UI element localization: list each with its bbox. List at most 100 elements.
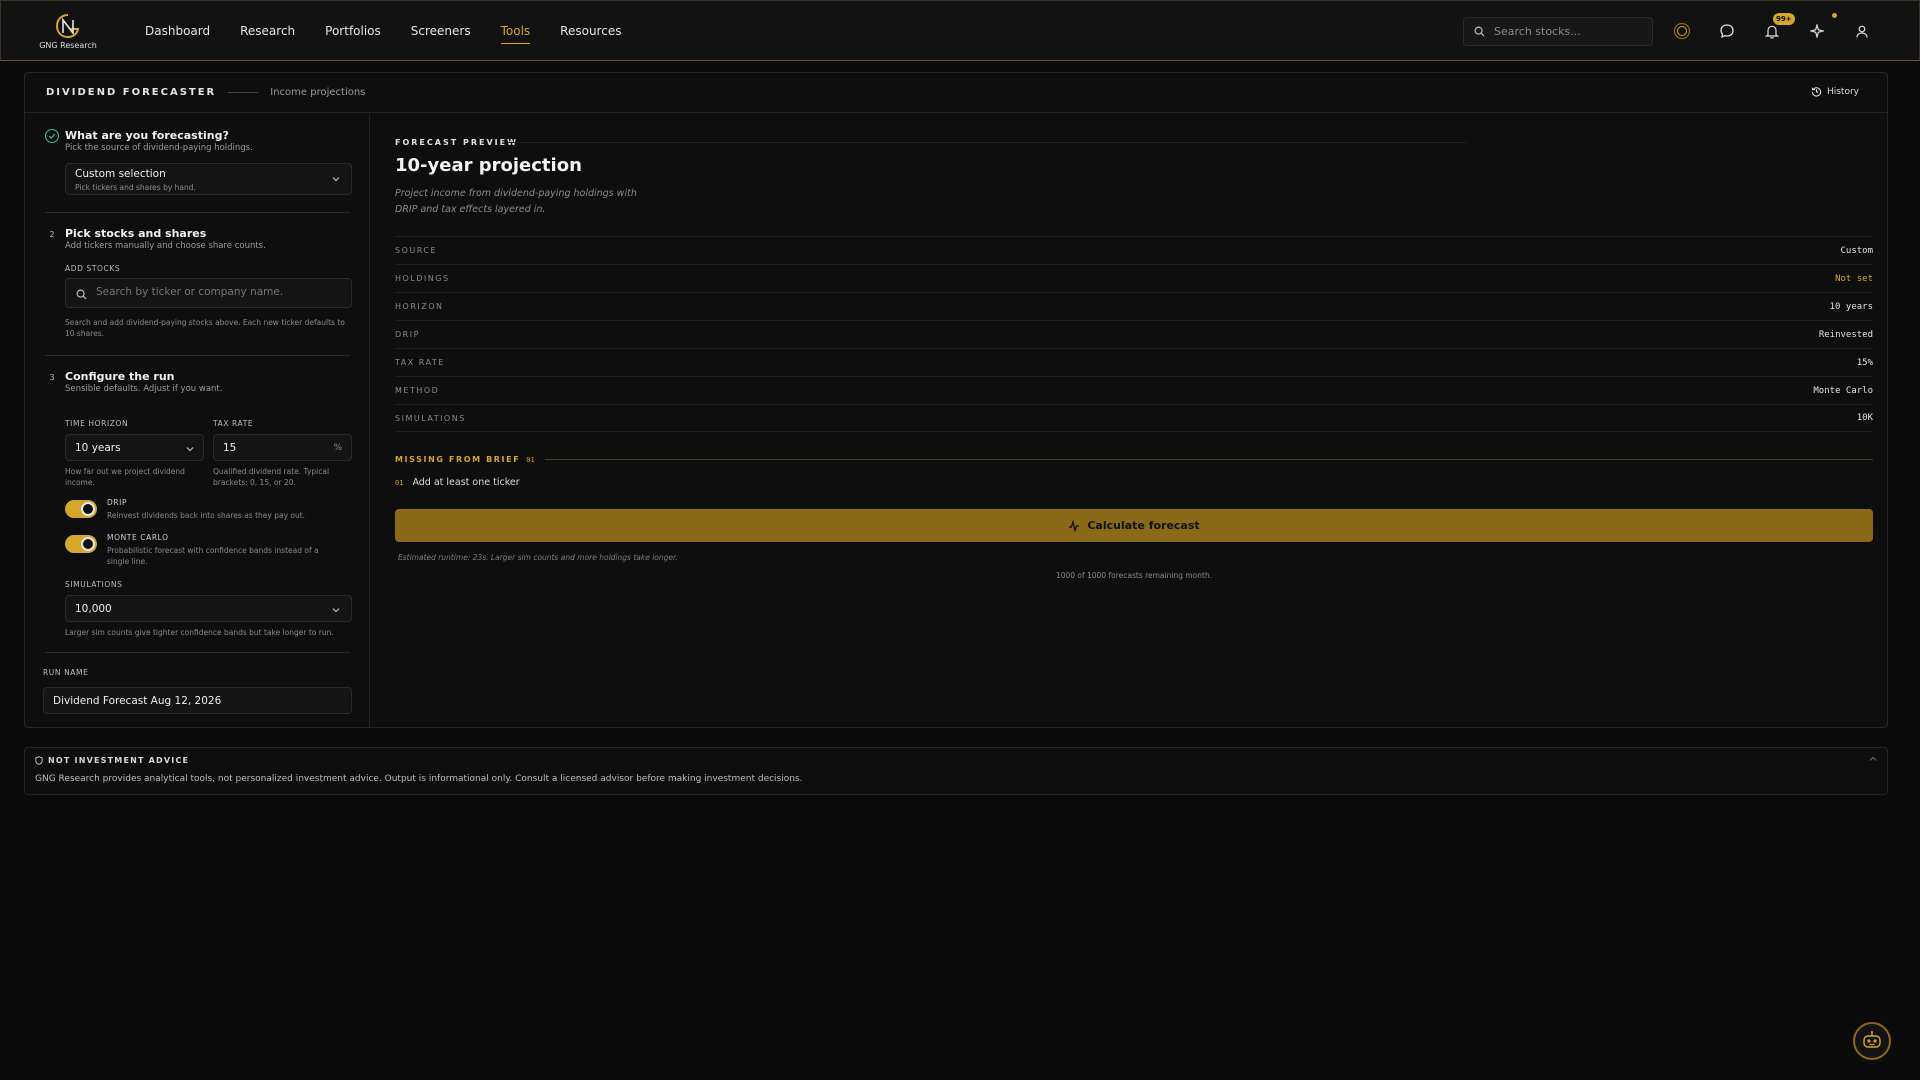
- source-select[interactable]: Custom selection Pick tickers and shares…: [65, 163, 352, 195]
- source-select-value: Custom selection: [75, 168, 166, 180]
- forecaster-card: DIVIDEND FORECASTER Income projections H…: [24, 72, 1888, 728]
- nav-research[interactable]: Research: [240, 1, 295, 61]
- preview-eyebrow: FORECAST PREVIEW: [395, 138, 518, 147]
- step-description: Pick the source of dividend-paying holdi…: [65, 143, 253, 153]
- nav-dashboard[interactable]: Dashboard: [145, 1, 210, 61]
- stock-search[interactable]: [1463, 17, 1653, 46]
- summary-row: HOLDINGS Not set: [395, 264, 1873, 292]
- summary-key: METHOD: [395, 386, 440, 395]
- step-number: 3: [49, 372, 55, 382]
- divider: [45, 212, 350, 213]
- calculate-forecast-button[interactable]: Calculate forecast: [395, 509, 1873, 542]
- summary-value: Monte Carlo: [1813, 385, 1873, 396]
- top-nav: GNG Research Dashboard Research Portfoli…: [0, 0, 1920, 61]
- history-button[interactable]: History: [1811, 86, 1859, 97]
- sparkle-icon[interactable]: [1806, 20, 1828, 42]
- robot-icon: [1863, 1031, 1881, 1048]
- search-icon: [1474, 26, 1485, 37]
- summary-row: SIMULATIONS 10K: [395, 404, 1873, 432]
- time-horizon-select[interactable]: 10 years: [65, 434, 204, 461]
- chat-icon[interactable]: [1716, 20, 1738, 42]
- time-horizon-value: 10 years: [75, 442, 121, 454]
- monte-carlo-toggle[interactable]: [65, 535, 97, 553]
- summary-value: Reinvested: [1818, 329, 1873, 340]
- divider: [45, 355, 350, 356]
- brand-logo[interactable]: GNG Research: [39, 13, 97, 50]
- disclaimer-text: GNG Research provides analytical tools, …: [35, 774, 803, 784]
- chevron-down-icon: [186, 447, 194, 452]
- missing-count: 01: [526, 455, 535, 464]
- stock-search-input[interactable]: [1494, 25, 1634, 38]
- step-number: 2: [49, 229, 55, 239]
- missing-header: MISSING FROM BRIEF 01: [395, 455, 1873, 464]
- monte-carlo-label: MONTE CARLO: [107, 533, 169, 542]
- preview-title: 10-year projection: [395, 155, 582, 176]
- user-icon[interactable]: [1851, 20, 1873, 42]
- main-menu: Dashboard Research Portfolios Screeners …: [145, 1, 651, 61]
- missing-item-number: 01: [395, 478, 404, 487]
- card-header: DIVIDEND FORECASTER Income projections H…: [25, 73, 1887, 113]
- run-name-input[interactable]: Dividend Forecast Aug 12, 2026: [43, 687, 352, 714]
- time-horizon-hint: How far out we project dividend income.: [65, 467, 185, 487]
- summary-value: 15%: [1856, 357, 1873, 368]
- ticker-search-input[interactable]: [96, 286, 336, 298]
- summary-key: SIMULATIONS: [395, 413, 466, 423]
- simulations-hint: Larger sim counts give tighter confidenc…: [65, 628, 334, 637]
- tax-rate-hint: Qualified dividend rate. Typical bracket…: [213, 467, 330, 487]
- tax-rate-label: TAX RATE: [213, 419, 254, 428]
- runtime-estimate: Estimated runtime: 23s. Larger sim count…: [398, 553, 678, 562]
- summary-table: SOURCE Custom HOLDINGS Not set HORIZON 10 y…: [395, 236, 1873, 432]
- add-stocks-label: ADD STOCKS: [65, 264, 121, 273]
- source-select-hint: Pick tickers and shares by hand.: [75, 183, 196, 192]
- summary-row: DRIP Reinvested: [395, 320, 1873, 348]
- config-panel: What are you forecasting? Pick the sourc…: [25, 114, 370, 727]
- ticker-search[interactable]: [65, 278, 352, 308]
- chevron-down-icon: [332, 608, 340, 613]
- disclaimer-title: NOT INVESTMENT ADVICE: [48, 756, 190, 765]
- add-stocks-hint: Search and add dividend-paying stocks ab…: [65, 318, 345, 338]
- step-stocks: 2 Pick stocks and shares Add tickers man…: [45, 227, 355, 257]
- summary-key: TAX RATE: [395, 358, 445, 367]
- nav-screeners[interactable]: Screeners: [411, 1, 471, 61]
- summary-value: Not set: [1835, 273, 1873, 284]
- time-horizon-label: TIME HORIZON: [65, 419, 129, 428]
- nav-tools[interactable]: Tools: [500, 1, 530, 61]
- simulations-label: SIMULATIONS: [65, 580, 123, 589]
- shield-icon: [35, 756, 43, 765]
- step-configure: 3 Configure the run Sensible defaults. A…: [45, 370, 355, 400]
- simulations-value: 10,000: [75, 603, 112, 615]
- search-icon: [76, 289, 87, 300]
- chevron-up-icon[interactable]: [1869, 756, 1877, 762]
- disclaimer-panel: NOT INVESTMENT ADVICE GNG Research provi…: [24, 747, 1888, 795]
- run-name-value: Dividend Forecast Aug 12, 2026: [53, 695, 222, 707]
- pulse-icon: [1069, 519, 1080, 532]
- missing-item-text: Add at least one ticker: [412, 477, 520, 488]
- run-name-label: RUN NAME: [43, 668, 89, 677]
- history-label: History: [1826, 86, 1859, 97]
- disclaimer-header[interactable]: NOT INVESTMENT ADVICE: [35, 756, 189, 765]
- step-title: Pick stocks and shares: [65, 227, 207, 240]
- summary-row: SOURCE Custom: [395, 236, 1873, 264]
- missing-title: MISSING FROM BRIEF: [395, 455, 521, 464]
- nav-portfolios[interactable]: Portfolios: [325, 1, 381, 61]
- title-separator: [228, 92, 259, 93]
- summary-row: METHOD Monte Carlo: [395, 376, 1873, 404]
- summary-value: Custom: [1840, 245, 1873, 256]
- nav-resources[interactable]: Resources: [560, 1, 621, 61]
- brand-name: GNG Research: [39, 41, 97, 50]
- summary-key: DRIP: [395, 330, 420, 339]
- drip-toggle[interactable]: [65, 500, 97, 518]
- divider: [45, 652, 350, 653]
- eyebrow-line: [507, 142, 1467, 143]
- tax-rate-input[interactable]: 15 %: [213, 434, 352, 461]
- chevron-down-icon: [332, 177, 340, 182]
- history-icon: [1811, 87, 1822, 97]
- summary-key: SOURCE: [395, 246, 438, 255]
- summary-row: HORIZON 10 years: [395, 292, 1873, 320]
- simulations-select[interactable]: 10,000: [65, 595, 352, 622]
- monte-carlo-description: Probabilistic forecast with confidence b…: [107, 546, 319, 566]
- tax-rate-value: 15: [223, 442, 237, 454]
- assistant-bot-button[interactable]: [1853, 1022, 1891, 1060]
- step-title: Configure the run: [65, 370, 175, 383]
- gng-coin-icon[interactable]: [1671, 20, 1693, 42]
